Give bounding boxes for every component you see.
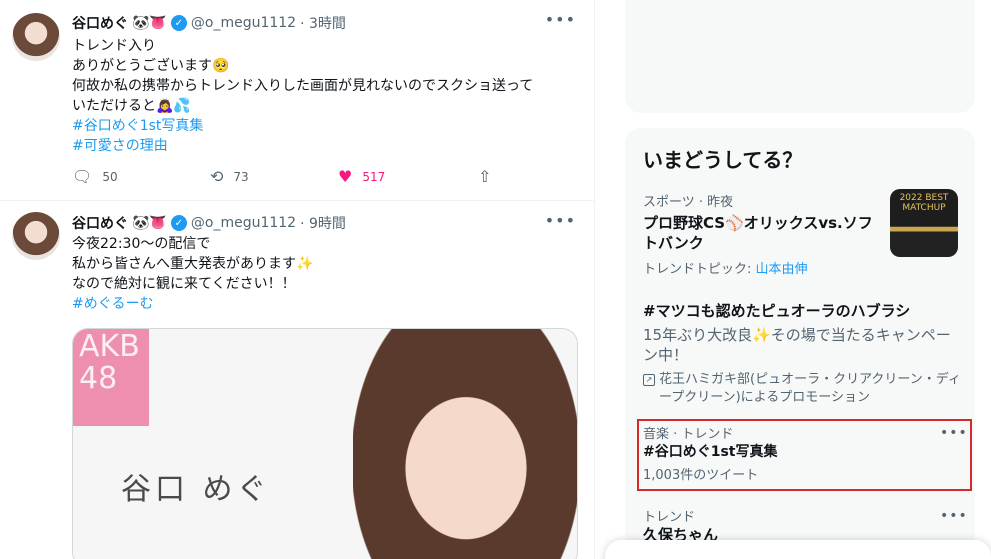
tweet-line: 私から皆さんへ重大発表があります✨ <box>72 256 314 272</box>
trend-thumbnail[interactable]: 2022 BEST MATCHUP <box>890 189 958 257</box>
trend-title: プロ野球CS⚾オリックスvs.ソフトバンク <box>643 214 873 252</box>
member-name-text: 谷口 めぐ <box>121 472 271 507</box>
tweet-line: 何故か私の携帯からトレンド入りした画面が見れないのでスクショ送って <box>72 78 534 94</box>
display-name[interactable]: 谷口めぐ <box>72 213 128 233</box>
more-icon[interactable]: ••• <box>545 10 576 29</box>
name-emoji: 🐼👅 <box>132 15 167 31</box>
tweet-time[interactable]: · 9時間 <box>300 213 346 233</box>
trend-item[interactable]: スポーツ · 昨夜 プロ野球CS⚾オリックスvs.ソフトバンク トレンドトピック… <box>643 191 878 280</box>
reply-button[interactable]: 🗨 50 <box>72 167 210 186</box>
promoted-trend[interactable]: #マツコも認めたピュオーラのハブラシ 15年ぶり大改良✨その場で当たるキャンペー… <box>643 301 963 407</box>
tweet-text: トレンド入り ありがとうございます🥺 何故か私の携帯からトレンド入りした画面が見… <box>72 36 572 156</box>
name-emoji: 🐼👅 <box>132 215 167 231</box>
tweet-text: 今夜22:30〜の配信で 私から皆さんへ重大発表があります✨ なので絶対に観に来… <box>72 234 572 314</box>
trend-topic: トレンドトピック: 山本由伸 <box>643 260 878 280</box>
share-icon: ⇧ <box>478 167 492 186</box>
avatar[interactable] <box>12 212 60 260</box>
retweet-count: 73 <box>233 169 249 184</box>
messages-drawer[interactable] <box>605 540 991 559</box>
share-button[interactable]: ⇧ <box>478 167 491 186</box>
user-handle[interactable]: @o_megu1112 <box>191 15 296 31</box>
reply-icon: 🗨 <box>72 167 93 186</box>
retweet-button[interactable]: ⟲ 73 <box>210 167 338 186</box>
trend-topic-label: トレンドトピック: <box>643 262 752 277</box>
tweet[interactable]: 谷口めぐ 🐼👅 ✓ @o_megu1112 · 9時間 ••• 今夜22:30〜… <box>0 201 594 559</box>
like-count: 517 <box>362 169 386 184</box>
verified-badge-icon: ✓ <box>170 15 187 31</box>
tweet-line: ありがとうございます🥺 <box>72 58 230 74</box>
more-icon[interactable]: ••• <box>940 508 968 524</box>
trends-title: いまどうしてる？ <box>643 148 803 172</box>
heart-icon: ♥ <box>338 167 353 186</box>
promoted-icon: ↗ <box>643 374 655 386</box>
trend-context: スポーツ · 昨夜 <box>643 195 734 210</box>
hashtag-link[interactable]: #めぐるーむ <box>72 294 572 314</box>
trend-title: #マツコも認めたピュオーラのハブラシ <box>643 302 911 320</box>
twitter-page: 谷口めぐ 🐼👅 ✓ @o_megu1112 · 3時間 ••• トレンド入り あ… <box>0 0 991 559</box>
tweet-line: いただけると🙇‍♀️💦 <box>72 98 191 114</box>
promoted-label: ↗ 花王ハミガキ部(ピュオーラ・クリアクリーン・ディープクリーン)によるプロモー… <box>643 371 963 407</box>
tweet-actions: 🗨 50 ⟲ 73 ♥ 517 ⇧ <box>72 167 512 186</box>
tweet-header: 谷口めぐ 🐼👅 ✓ @o_megu1112 · 9時間 <box>72 213 346 233</box>
more-icon[interactable]: ••• <box>545 211 576 230</box>
like-button[interactable]: ♥ 517 <box>338 167 478 186</box>
tweet-line: トレンド入り <box>72 38 156 54</box>
promoted-text: 花王ハミガキ部(ピュオーラ・クリアクリーン・ディープクリーン)によるプロモーショ… <box>659 372 961 405</box>
tweet-header: 谷口めぐ 🐼👅 ✓ @o_megu1112 · 3時間 <box>72 13 346 33</box>
tweet[interactable]: 谷口めぐ 🐼👅 ✓ @o_megu1112 · 3時間 ••• トレンド入り あ… <box>0 0 594 201</box>
tweet-line: なので絶対に観に来てください！！ <box>72 276 296 292</box>
highlight-box <box>637 419 972 491</box>
sidebar-panel <box>625 0 975 113</box>
timeline: 谷口めぐ 🐼👅 ✓ @o_megu1112 · 3時間 ••• トレンド入り あ… <box>0 0 595 559</box>
retweet-icon: ⟲ <box>210 167 224 186</box>
tweet-line: 今夜22:30〜の配信で <box>72 236 211 252</box>
trend-topic-link[interactable]: 山本由伸 <box>756 262 808 277</box>
user-handle[interactable]: @o_megu1112 <box>191 215 296 231</box>
trend-description: 15年ぶり大改良✨その場で当たるキャンペーン中！ <box>643 326 951 364</box>
tweet-time[interactable]: · 3時間 <box>300 13 346 33</box>
hashtag-link[interactable]: #可愛さの理由 <box>72 136 572 156</box>
avatar[interactable] <box>12 13 60 61</box>
member-photo <box>353 329 577 559</box>
tweet-image[interactable]: AKB 48 谷口 めぐ <box>72 328 578 559</box>
display-name[interactable]: 谷口めぐ <box>72 13 128 33</box>
trend-context: トレンド <box>643 510 696 525</box>
reply-count: 50 <box>102 169 118 184</box>
hashtag-link[interactable]: #谷口めぐ1st写真集 <box>72 116 572 136</box>
verified-badge-icon: ✓ <box>170 215 187 231</box>
trends-panel: いまどうしてる？ スポーツ · 昨夜 プロ野球CS⚾オリックスvs.ソフトバンク… <box>625 128 975 559</box>
akb48-logo: AKB 48 <box>73 329 149 426</box>
